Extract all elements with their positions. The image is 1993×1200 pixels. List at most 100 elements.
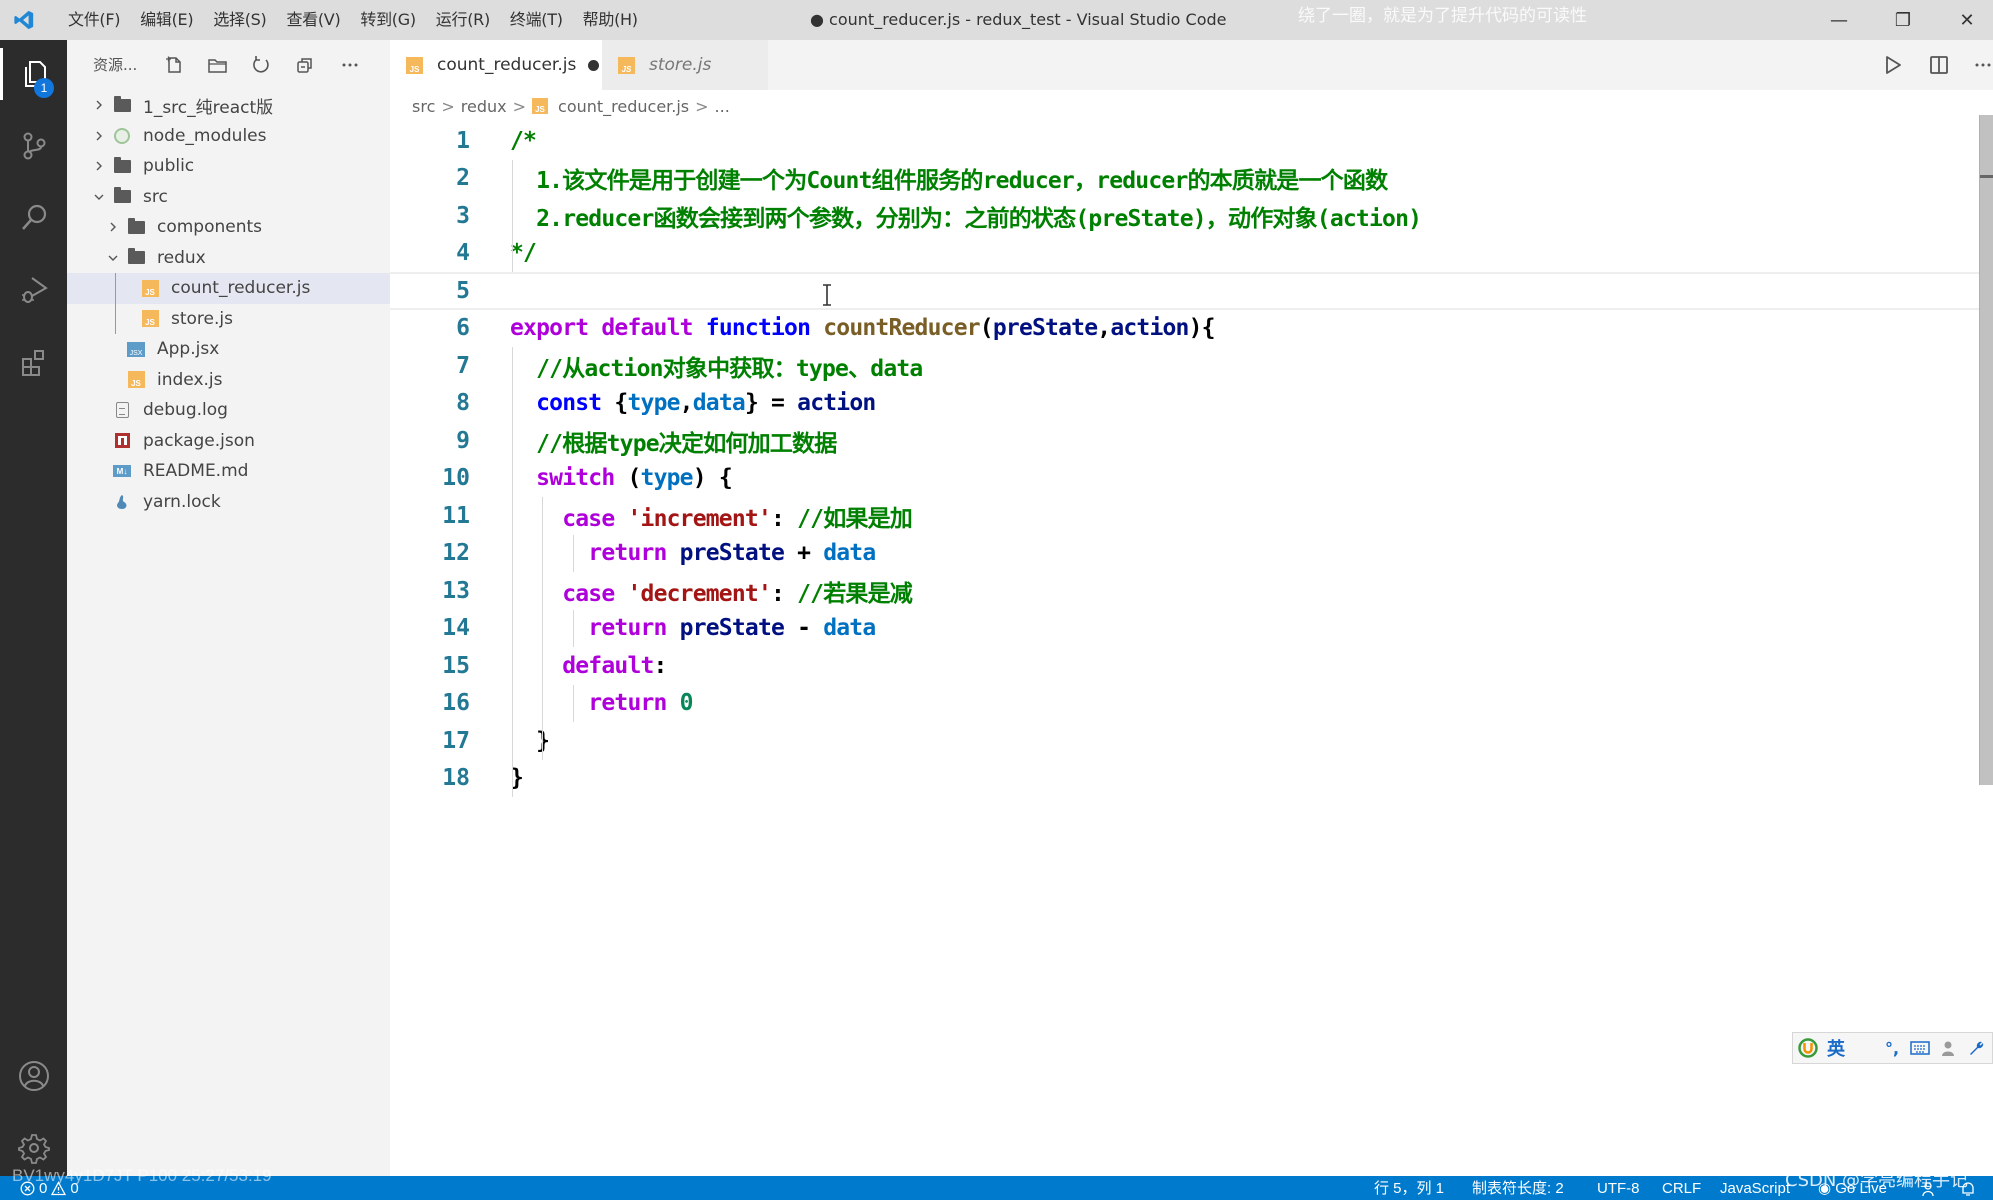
breadcrumb-file[interactable]: count_reducer.js bbox=[558, 97, 689, 116]
activity-run-debug[interactable] bbox=[0, 260, 67, 320]
new-folder-button[interactable] bbox=[205, 52, 231, 78]
tree-item[interactable]: src bbox=[67, 182, 390, 213]
npm-package-icon bbox=[114, 433, 130, 449]
menu-help[interactable]: 帮助(H) bbox=[573, 0, 648, 40]
code-line[interactable]: 18} bbox=[390, 760, 1980, 798]
code-line[interactable]: 3 2.reducer函数会接到两个参数，分别为：之前的状态(preState)… bbox=[390, 197, 1980, 235]
close-window-button[interactable]: ✕ bbox=[1942, 0, 1992, 40]
code-line[interactable]: 15 default: bbox=[390, 647, 1980, 685]
explorer-more-button[interactable] bbox=[337, 52, 363, 78]
code-line[interactable]: 1 /* bbox=[390, 122, 1980, 160]
tab-size-status[interactable]: 制表符长度: 2 bbox=[1472, 1176, 1564, 1200]
code-line[interactable]: 17 } bbox=[390, 722, 1980, 760]
activity-source-control[interactable] bbox=[0, 116, 67, 176]
tree-item[interactable]: package.json bbox=[67, 426, 390, 457]
activity-accounts[interactable] bbox=[0, 1046, 67, 1106]
bilibili-watermark: BV1wy4y1D7JT P100 25:27/53:19 bbox=[12, 1166, 272, 1185]
tree-item[interactable]: components bbox=[67, 212, 390, 243]
tab-count-reducer[interactable]: JS count_reducer.js bbox=[390, 40, 602, 90]
tree-item[interactable]: public bbox=[67, 151, 390, 182]
editor-vertical-scrollbar[interactable] bbox=[1979, 115, 1993, 785]
refresh-explorer-button[interactable] bbox=[248, 52, 274, 78]
title-bar: 文件(F) 编辑(E) 选择(S) 查看(V) 转到(G) 运行(R) 终端(T… bbox=[0, 0, 1993, 40]
chevron-right-icon[interactable] bbox=[91, 128, 107, 144]
split-editor-button[interactable] bbox=[1919, 40, 1959, 90]
restore-icon: ❐ bbox=[1894, 9, 1912, 31]
chevron-right-icon[interactable] bbox=[105, 219, 121, 235]
code-line[interactable]: 5 bbox=[390, 272, 1980, 310]
restore-button[interactable]: ❐ bbox=[1878, 0, 1928, 40]
tab-store[interactable]: JS store.js bbox=[602, 40, 768, 90]
tree-item[interactable]: node_modules bbox=[67, 121, 390, 152]
encoding-status[interactable]: UTF-8 bbox=[1597, 1176, 1640, 1200]
code-line[interactable]: 2 1.该文件是用于创建一个为Count组件服务的reducer，reducer… bbox=[390, 160, 1980, 198]
activity-explorer[interactable]: 1 bbox=[0, 44, 67, 104]
chevron-right-icon[interactable] bbox=[91, 158, 107, 174]
activity-extensions[interactable] bbox=[0, 332, 67, 392]
tree-item-label: README.md bbox=[143, 461, 249, 482]
menu-run[interactable]: 运行(R) bbox=[426, 0, 500, 40]
code-line[interactable]: 13 case 'decrement': //若果是减 bbox=[390, 572, 1980, 610]
code-line[interactable]: 16 return 0 bbox=[390, 685, 1980, 723]
ime-logo-icon[interactable] bbox=[1797, 1036, 1819, 1060]
code-text: case 'decrement': //若果是减 bbox=[510, 574, 913, 608]
menu-selection[interactable]: 选择(S) bbox=[203, 0, 276, 40]
tree-item[interactable]: yarn.lock bbox=[67, 487, 390, 518]
menu-edit[interactable]: 编辑(E) bbox=[130, 0, 203, 40]
tree-item-label: public bbox=[143, 156, 195, 177]
menu-view[interactable]: 查看(V) bbox=[276, 0, 350, 40]
unsaved-dot-icon[interactable] bbox=[588, 59, 600, 71]
code-token: ) { bbox=[692, 465, 733, 492]
menu-terminal[interactable]: 终端(T) bbox=[500, 0, 573, 40]
punctuation-icon[interactable]: °, bbox=[1881, 1036, 1903, 1060]
cursor-position-status[interactable]: 行 5，列 1 bbox=[1374, 1176, 1444, 1200]
run-code-button[interactable] bbox=[1873, 40, 1913, 90]
editor-more-button[interactable] bbox=[1963, 40, 1993, 90]
ime-language-toggle[interactable]: 英 bbox=[1825, 1036, 1847, 1060]
tree-item[interactable]: 1_src_纯react版 bbox=[67, 90, 390, 121]
collapse-folders-button[interactable] bbox=[292, 52, 318, 78]
breadcrumb-redux[interactable]: redux bbox=[461, 97, 507, 116]
chevron-right-icon[interactable] bbox=[91, 97, 107, 113]
activity-search[interactable] bbox=[0, 188, 67, 248]
user-icon[interactable] bbox=[1937, 1036, 1959, 1060]
code-token: ){ bbox=[1188, 315, 1216, 342]
breadcrumb-symbols[interactable]: ... bbox=[715, 97, 730, 116]
minimize-button[interactable]: — bbox=[1814, 0, 1864, 40]
code-editor[interactable]: 1 /* 2 1.该文件是用于创建一个为Count组件服务的reducer，redu… bbox=[390, 122, 1993, 1176]
breadcrumb-src[interactable]: src bbox=[412, 97, 435, 116]
code-token: //从action对象中获取：type、data bbox=[536, 355, 923, 382]
code-token: export bbox=[510, 315, 589, 342]
eol-status[interactable]: CRLF bbox=[1662, 1176, 1701, 1200]
code-line[interactable]: 10 switch (type) { bbox=[390, 460, 1980, 498]
wrench-icon[interactable] bbox=[1965, 1036, 1987, 1060]
chevron-down-icon[interactable] bbox=[91, 189, 107, 205]
menu-file[interactable]: 文件(F) bbox=[58, 0, 130, 40]
code-line[interactable]: 8 const {type,data} = action bbox=[390, 385, 1980, 423]
line-number: 14 bbox=[442, 615, 470, 642]
code-line[interactable]: 14 return preState - data bbox=[390, 610, 1980, 648]
tree-item[interactable]: redux bbox=[67, 243, 390, 274]
new-file-button[interactable] bbox=[161, 52, 187, 78]
half-width-moon-icon[interactable] bbox=[1853, 1036, 1875, 1060]
tree-item[interactable]: JS index.js bbox=[67, 365, 390, 396]
code-line[interactable]: 9 //根据type决定如何加工数据 bbox=[390, 422, 1980, 460]
code-line[interactable]: 7 //从action对象中获取：type、data bbox=[390, 347, 1980, 385]
menu-go[interactable]: 转到(G) bbox=[350, 0, 425, 40]
code-token: 2.reducer函数会接到两个参数，分别为：之前的状态(preState)，动… bbox=[510, 205, 1422, 232]
code-line[interactable]: 11 case 'increment': //如果是加 bbox=[390, 497, 1980, 535]
tree-item[interactable]: JSX App.jsx bbox=[67, 334, 390, 365]
language-mode-status[interactable]: JavaScript bbox=[1720, 1176, 1790, 1200]
tree-item[interactable]: debug.log bbox=[67, 395, 390, 426]
code-line[interactable]: 4 */ bbox=[390, 235, 1980, 273]
keyboard-icon[interactable] bbox=[1909, 1036, 1931, 1060]
code-text: */ bbox=[510, 240, 537, 266]
code-line[interactable]: 12 return preState + data bbox=[390, 535, 1980, 573]
chevron-down-icon[interactable] bbox=[105, 250, 121, 266]
code-token: action bbox=[1110, 315, 1189, 342]
indent-guide bbox=[512, 347, 513, 797]
code-token: data bbox=[692, 390, 746, 417]
code-line[interactable]: 6 export default function countReducer(pr… bbox=[390, 310, 1980, 348]
tree-item[interactable]: M↓ README.md bbox=[67, 456, 390, 487]
